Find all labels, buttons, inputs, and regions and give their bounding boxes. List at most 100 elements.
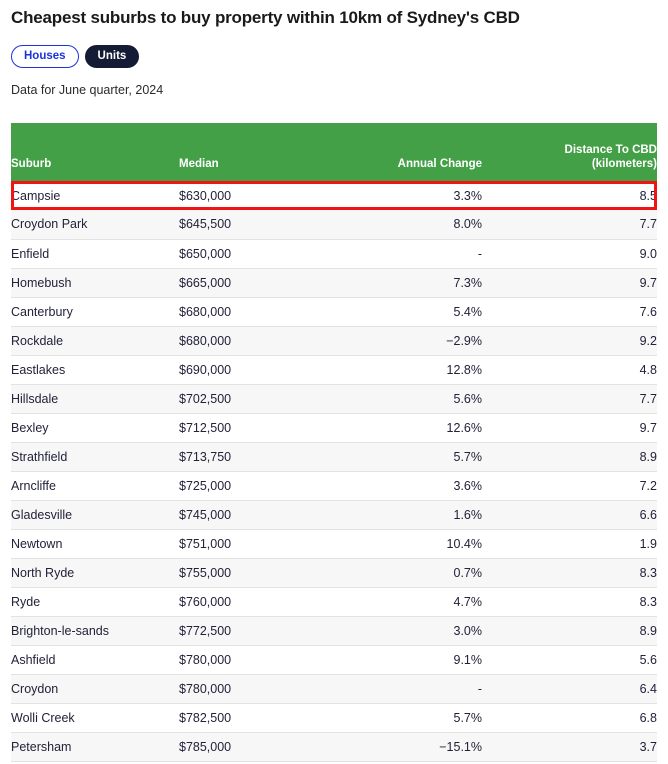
page-title: Cheapest suburbs to buy property within … xyxy=(11,8,520,27)
column-header-median[interactable]: Median xyxy=(179,123,329,181)
toggle-option-units[interactable]: Units xyxy=(84,45,140,68)
cell-annual-change: - xyxy=(329,239,482,269)
table-row[interactable]: Brighton-le-sands $772,500 3.0% 8.9 xyxy=(11,616,657,646)
table-body: Campsie $630,000 3.3% 8.5 Croydon Park $645,5… xyxy=(11,181,657,762)
cell-suburb: Ryde xyxy=(11,587,179,617)
cell-median: $780,000 xyxy=(179,645,329,675)
table-row[interactable]: Wolli Creek $782,500 5.7% 6.8 xyxy=(11,703,657,733)
table-row[interactable]: Campsie $630,000 3.3% 8.5 xyxy=(11,181,657,210)
cell-distance: 5.6 xyxy=(482,645,657,675)
cell-annual-change: 9.1% xyxy=(329,645,482,675)
cell-suburb: North Ryde xyxy=(11,558,179,588)
cell-median: $772,500 xyxy=(179,616,329,646)
cell-median: $713,750 xyxy=(179,442,329,472)
cell-annual-change: 4.7% xyxy=(329,587,482,617)
table-row[interactable]: Strathfield $713,750 5.7% 8.9 xyxy=(11,442,657,472)
cell-distance: 4.8 xyxy=(482,355,657,385)
cell-median: $780,000 xyxy=(179,674,329,704)
cell-distance: 8.3 xyxy=(482,587,657,617)
cell-annual-change: 1.6% xyxy=(329,500,482,530)
cell-annual-change: 5.6% xyxy=(329,384,482,414)
cell-annual-change: - xyxy=(329,674,482,704)
cell-suburb: Newtown xyxy=(11,529,179,559)
cell-annual-change: 3.3% xyxy=(329,181,482,210)
cell-median: $665,000 xyxy=(179,268,329,298)
cell-annual-change: 3.6% xyxy=(329,471,482,501)
cell-median: $650,000 xyxy=(179,239,329,269)
cell-suburb: Croydon xyxy=(11,674,179,704)
cell-suburb: Homebush xyxy=(11,268,179,298)
table-row[interactable]: Rockdale $680,000 −2.9% 9.2 xyxy=(11,326,657,356)
cell-median: $725,000 xyxy=(179,471,329,501)
table-row[interactable]: Gladesville $745,000 1.6% 6.6 xyxy=(11,500,657,530)
cell-distance: 6.8 xyxy=(482,703,657,733)
cell-distance: 8.9 xyxy=(482,616,657,646)
cell-median: $680,000 xyxy=(179,326,329,356)
cell-suburb: Rockdale xyxy=(11,326,179,356)
cell-annual-change: 5.7% xyxy=(329,703,482,733)
table-row[interactable]: Canterbury $680,000 5.4% 7.6 xyxy=(11,297,657,327)
cell-median: $712,500 xyxy=(179,413,329,443)
table-row[interactable]: Hillsdale $702,500 5.6% 7.7 xyxy=(11,384,657,414)
suburbs-table: Suburb Median Annual Change Distance To … xyxy=(11,123,657,762)
cell-distance: 7.6 xyxy=(482,297,657,327)
cell-median: $785,000 xyxy=(179,732,329,762)
cell-distance: 8.9 xyxy=(482,442,657,472)
table-row[interactable]: North Ryde $755,000 0.7% 8.3 xyxy=(11,558,657,588)
table-row[interactable]: Croydon Park $645,500 8.0% 7.7 xyxy=(11,210,657,240)
cell-annual-change: 12.6% xyxy=(329,413,482,443)
cell-annual-change: 10.4% xyxy=(329,529,482,559)
table-row[interactable]: Newtown $751,000 10.4% 1.9 xyxy=(11,529,657,559)
cell-median: $751,000 xyxy=(179,529,329,559)
column-header-suburb[interactable]: Suburb xyxy=(11,123,179,181)
table-row[interactable]: Croydon $780,000-6.4 xyxy=(11,674,657,704)
cell-suburb: Bexley xyxy=(11,413,179,443)
table-row[interactable]: Ashfield $780,000 9.1% 5.6 xyxy=(11,645,657,675)
cell-median: $690,000 xyxy=(179,355,329,385)
cell-distance: 7.7 xyxy=(482,384,657,414)
table-row[interactable]: Enfield $650,000-9.0 xyxy=(11,239,657,269)
property-type-toggle: Houses Units xyxy=(11,45,140,68)
cell-annual-change: 5.4% xyxy=(329,297,482,327)
cell-distance: 8.3 xyxy=(482,558,657,588)
table-row[interactable]: Homebush $665,000 7.3% 9.7 xyxy=(11,268,657,298)
table-head: Suburb Median Annual Change Distance To … xyxy=(11,123,657,181)
cell-annual-change: −15.1% xyxy=(329,732,482,762)
cell-suburb: Strathfield xyxy=(11,442,179,472)
cell-suburb: Enfield xyxy=(11,239,179,269)
cell-median: $760,000 xyxy=(179,587,329,617)
cell-annual-change: 12.8% xyxy=(329,355,482,385)
cell-distance: 6.4 xyxy=(482,674,657,704)
cell-suburb: Campsie xyxy=(11,181,179,210)
cell-annual-change: −2.9% xyxy=(329,326,482,356)
cell-suburb: Petersham xyxy=(11,732,179,762)
page-root: Cheapest suburbs to buy property within … xyxy=(0,0,668,764)
cell-median: $782,500 xyxy=(179,703,329,733)
column-header-distance-to-cbd[interactable]: Distance To CBD (kilometers) xyxy=(482,123,657,181)
column-header-annual-change[interactable]: Annual Change xyxy=(329,123,482,181)
cell-suburb: Croydon Park xyxy=(11,210,179,240)
cell-distance: 9.7 xyxy=(482,268,657,298)
table-row[interactable]: Arncliffe $725,000 3.6% 7.2 xyxy=(11,471,657,501)
cell-suburb: Brighton-le-sands xyxy=(11,616,179,646)
cell-annual-change: 8.0% xyxy=(329,210,482,240)
cell-distance: 9.2 xyxy=(482,326,657,356)
cell-median: $680,000 xyxy=(179,297,329,327)
table-row[interactable]: Eastlakes $690,000 12.8% 4.8 xyxy=(11,355,657,385)
cell-annual-change: 5.7% xyxy=(329,442,482,472)
cell-suburb: Gladesville xyxy=(11,500,179,530)
cell-median: $645,500 xyxy=(179,210,329,240)
cell-distance: 8.5 xyxy=(482,181,657,210)
toggle-option-houses[interactable]: Houses xyxy=(11,45,79,68)
cell-median: $630,000 xyxy=(179,181,329,210)
cell-annual-change: 3.0% xyxy=(329,616,482,646)
cell-distance: 3.7 xyxy=(482,732,657,762)
table-row[interactable]: Ryde $760,000 4.7% 8.3 xyxy=(11,587,657,617)
cell-suburb: Arncliffe xyxy=(11,471,179,501)
cell-suburb: Wolli Creek xyxy=(11,703,179,733)
table-row[interactable]: Bexley $712,500 12.6% 9.7 xyxy=(11,413,657,443)
table-row[interactable]: Petersham $785,000 −15.1% 3.7 xyxy=(11,732,657,762)
cell-distance: 7.2 xyxy=(482,471,657,501)
cell-suburb: Eastlakes xyxy=(11,355,179,385)
cell-distance: 9.0 xyxy=(482,239,657,269)
